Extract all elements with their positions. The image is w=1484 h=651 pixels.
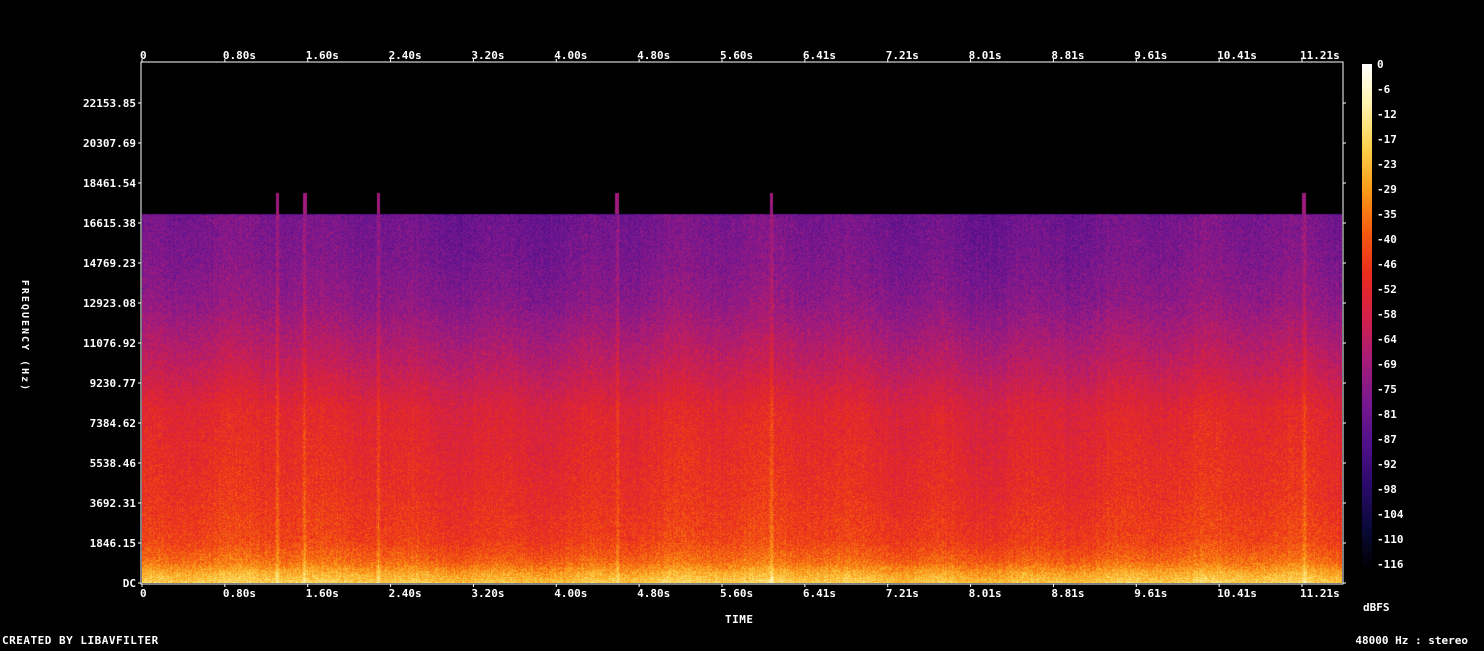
- x-tick-label-bottom: 4.80s: [637, 587, 670, 600]
- x-tick-label-bottom: 8.81s: [1051, 587, 1084, 600]
- x-tick-label-top: 9.61s: [1134, 49, 1167, 62]
- x-tick-label-bottom: 4.00s: [554, 587, 587, 600]
- colorbar-tick-label: -64: [1377, 333, 1397, 346]
- y-tick-label: 18461.54: [83, 177, 136, 190]
- x-tick-label-top: 8.81s: [1051, 49, 1084, 62]
- colorbar-tick-label: -98: [1377, 483, 1397, 496]
- x-tick-label-top: 2.40s: [389, 49, 422, 62]
- y-tick-label: 1846.15: [90, 537, 136, 550]
- colorbar-tick-label: -6: [1377, 83, 1391, 96]
- colorbar-tick-label: 0: [1377, 58, 1384, 71]
- colorbar-tick-label: -17: [1377, 133, 1397, 146]
- y-tick-label: 12923.08: [83, 297, 136, 310]
- y-tick-label: 20307.69: [83, 137, 136, 150]
- colorbar-tick-label: -23: [1377, 158, 1397, 171]
- x-tick-label-bottom: 1.60s: [306, 587, 339, 600]
- spectrogram-window: 0 0 0.80s 0.80s 1.60s 1.60s 2.40s 2.40s 3.20s 3.2…: [0, 0, 1484, 648]
- spectrogram-chart: 0 0 0.80s 0.80s 1.60s 1.60s 2.40s 2.40s 3.20s 3.2…: [19, 49, 1404, 600]
- x-tick-label-top: 4.80s: [637, 49, 670, 62]
- y-axis-title-text: FREQUENCY (Hz): [19, 280, 30, 392]
- x-tick-label-bottom: 0: [140, 587, 147, 600]
- colorbar-unit-label: dBFS: [1363, 601, 1390, 614]
- x-tick-label-top: 10.41s: [1217, 49, 1257, 62]
- x-tick-label-bottom: 0.80s: [223, 587, 256, 600]
- colorbar-tick-label: -29: [1377, 183, 1397, 196]
- x-tick-label-bottom: 5.60s: [720, 587, 753, 600]
- x-tick-label-top: 1.60s: [306, 49, 339, 62]
- y-tick-label: 11076.92: [83, 337, 136, 350]
- x-tick-label-top: 11.21s: [1300, 49, 1340, 62]
- x-tick-label-top: 8.01s: [969, 49, 1002, 62]
- colorbar-tick-label: -81: [1377, 408, 1397, 421]
- colorbar-tick-label: -104: [1377, 508, 1404, 521]
- colorbar-tick-label: -69: [1377, 358, 1397, 371]
- colorbar: 0 -6 -12 -17 -23 -29 -35 -40 -46 -52 -58 -64 -69 -75 -…: [1362, 58, 1404, 571]
- x-tick-label-bottom: 10.41s: [1217, 587, 1257, 600]
- colorbar-tick-label: -92: [1377, 458, 1397, 471]
- spectrogram-image: [142, 63, 1342, 583]
- y-tick-label: 22153.85: [83, 97, 136, 110]
- y-tick-label: 3692.31: [90, 497, 137, 510]
- x-tick-label-top: 0: [140, 49, 147, 62]
- colorbar-tick-label: -110: [1377, 533, 1404, 546]
- colorbar-tick-label: -75: [1377, 383, 1397, 396]
- x-tick-label-bottom: 11.21s: [1300, 587, 1340, 600]
- colorbar-tick-label: -40: [1377, 233, 1397, 246]
- x-tick-label-top: 4.00s: [554, 49, 587, 62]
- x-tick-label-bottom: 9.61s: [1134, 587, 1167, 600]
- colorbar-tick-label: -35: [1377, 208, 1397, 221]
- spectrogram-heatmap: [142, 63, 1342, 583]
- y-tick-label: 5538.46: [90, 457, 137, 470]
- x-tick-label-top: 0.80s: [223, 49, 256, 62]
- y-tick-label: DC: [123, 577, 136, 590]
- colorbar-gradient: [1362, 64, 1372, 570]
- x-tick-label-bottom: 2.40s: [389, 587, 422, 600]
- x-tick-label-top: 7.21s: [886, 49, 919, 62]
- x-tick-label-top: 5.60s: [720, 49, 753, 62]
- x-tick-label-bottom: 7.21s: [886, 587, 919, 600]
- colorbar-tick-label: -46: [1377, 258, 1397, 271]
- x-axis-title: TIME: [725, 613, 754, 626]
- x-tick-label-bottom: 3.20s: [471, 587, 504, 600]
- x-tick-label-bottom: 6.41s: [803, 587, 836, 600]
- colorbar-tick-label: -87: [1377, 433, 1397, 446]
- created-by-label: CREATED BY LIBAVFILTER: [2, 634, 159, 647]
- colorbar-tick-label: -12: [1377, 108, 1397, 121]
- colorbar-tick-label: -52: [1377, 283, 1397, 296]
- y-tick-label: 9230.77: [90, 377, 136, 390]
- x-tick-label-bottom: 8.01s: [969, 587, 1002, 600]
- y-tick-label: 7384.62: [90, 417, 136, 430]
- colorbar-tick-label: -58: [1377, 308, 1397, 321]
- colorbar-tick-label: -116: [1377, 558, 1404, 571]
- x-tick-label-top: 6.41s: [803, 49, 836, 62]
- y-axis-title: FREQUENCY (Hz): [19, 280, 30, 392]
- sample-rate-info: 48000 Hz : stereo: [1355, 634, 1468, 647]
- x-tick-label-top: 3.20s: [471, 49, 504, 62]
- y-tick-label: 14769.23: [83, 257, 136, 270]
- y-tick-label: 16615.38: [83, 217, 136, 230]
